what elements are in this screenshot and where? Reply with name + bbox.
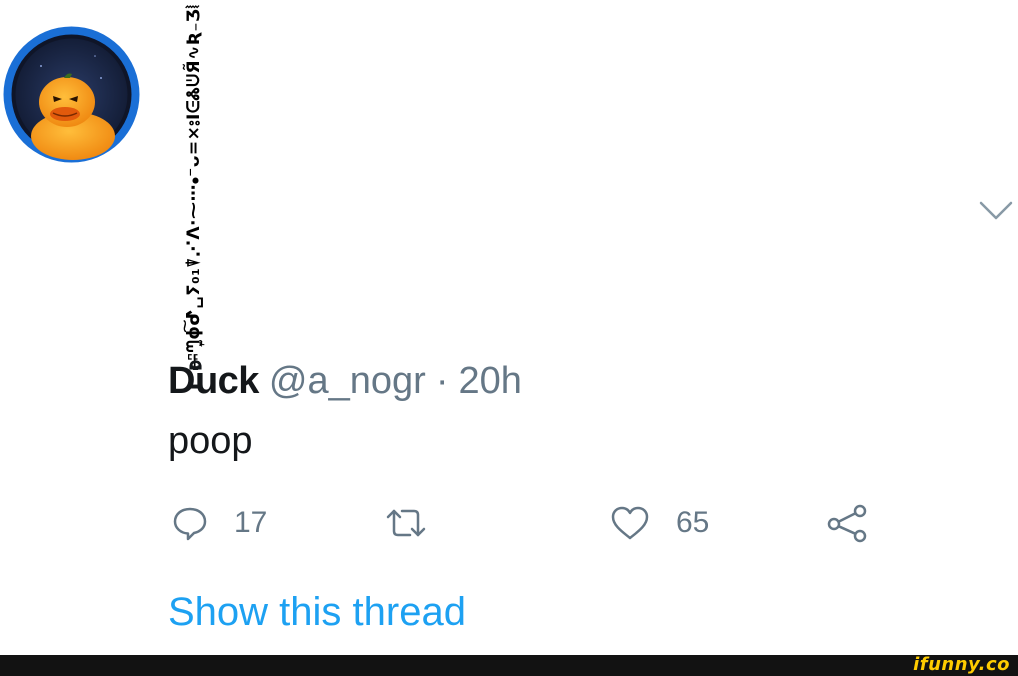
tweet-actions: 17 65 (0, 495, 1018, 555)
chevron-down-icon[interactable] (979, 200, 1013, 222)
reply-button[interactable]: 17 (172, 495, 267, 551)
avatar[interactable] (3, 26, 140, 163)
decorated-username: ʭ̶ᘉ͎̫ɸ͠ᕷ␣ⵢ₀₁⍒⋰ⴷ·⁓⋯⦁⁻ᴗ=⨯⦂ΙᕮᏜᕫЯ̃∿Ʀ₋Ʒ⦚⋮ (184, 0, 204, 360)
pumpkin-duck-avatar (3, 26, 140, 163)
retweet-icon (386, 509, 426, 537)
handle-and-time: @a_nogr · 20h (269, 360, 522, 403)
like-count: 65 (676, 506, 710, 539)
separator: · (435, 360, 449, 402)
comment-icon (173, 507, 207, 541)
like-button[interactable]: 65 (610, 495, 709, 551)
heart-icon (611, 506, 649, 540)
timestamp[interactable]: 20h (458, 360, 521, 402)
ifunny-watermark: ifunny.co (913, 654, 1010, 675)
watermark-bar: ifunny.co (0, 654, 1018, 676)
display-name[interactable]: D̵͒̈uck (168, 360, 259, 403)
reply-count: 17 (234, 506, 268, 539)
tweet-header: D̵͒̈uck @a_nogr · 20h (168, 360, 522, 410)
handle[interactable]: @a_nogr (269, 360, 426, 402)
share-icon (827, 504, 867, 543)
tweet-text: poop (168, 420, 253, 462)
show-thread-link[interactable]: Show this thread (168, 590, 466, 635)
retweet-button[interactable] (384, 495, 428, 551)
share-button[interactable] (826, 495, 870, 551)
